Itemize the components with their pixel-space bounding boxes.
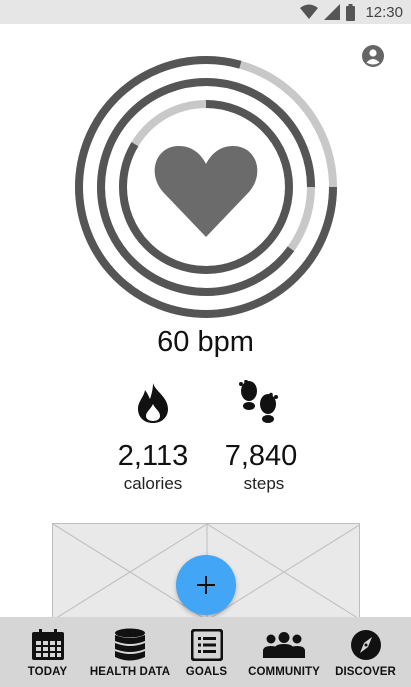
nav-label-discover: DISCOVER bbox=[335, 666, 396, 678]
activity-rings bbox=[75, 56, 337, 318]
database-icon bbox=[115, 628, 145, 661]
status-time: 12:30 bbox=[365, 3, 403, 21]
nav-item-goals[interactable]: GOALS bbox=[165, 617, 248, 687]
nav-label-goals: GOALS bbox=[185, 666, 228, 678]
status-icons: 12:30 bbox=[300, 3, 403, 21]
people-icon bbox=[263, 632, 305, 658]
steps-label: steps bbox=[243, 474, 285, 493]
plus-icon bbox=[197, 576, 215, 594]
add-button[interactable] bbox=[176, 555, 236, 615]
bottom-nav: TODAY HEALTH DATA GOALS COMMUNITY DISCOV… bbox=[0, 617, 411, 687]
nav-item-community[interactable]: COMMUNITY bbox=[248, 617, 320, 687]
battery-icon bbox=[346, 3, 356, 21]
calendar-icon bbox=[31, 629, 64, 660]
status-bar: 12:30 bbox=[0, 0, 411, 24]
nav-item-discover[interactable]: DISCOVER bbox=[320, 617, 411, 687]
calories-label: calories bbox=[123, 474, 183, 493]
nav-label-today: TODAY bbox=[27, 666, 68, 678]
account-button[interactable] bbox=[361, 44, 385, 68]
account-circle-icon bbox=[362, 45, 384, 67]
nav-label-health-data: HEALTH DATA bbox=[89, 666, 171, 678]
nav-label-community: COMMUNITY bbox=[248, 666, 320, 678]
footprints-icon bbox=[239, 380, 278, 423]
heart-rate-label: 60 bpm bbox=[157, 326, 254, 358]
compass-icon bbox=[350, 630, 381, 660]
list-icon bbox=[190, 629, 223, 661]
flame-icon bbox=[138, 383, 168, 423]
heart-icon bbox=[154, 146, 258, 237]
steps-value: 7,840 bbox=[224, 440, 298, 472]
nav-item-today[interactable]: TODAY bbox=[0, 617, 95, 687]
cell-signal-icon bbox=[324, 4, 341, 20]
calories-value: 2,113 bbox=[117, 440, 189, 472]
wifi-icon bbox=[300, 4, 319, 19]
nav-item-health-data[interactable]: HEALTH DATA bbox=[90, 617, 170, 687]
